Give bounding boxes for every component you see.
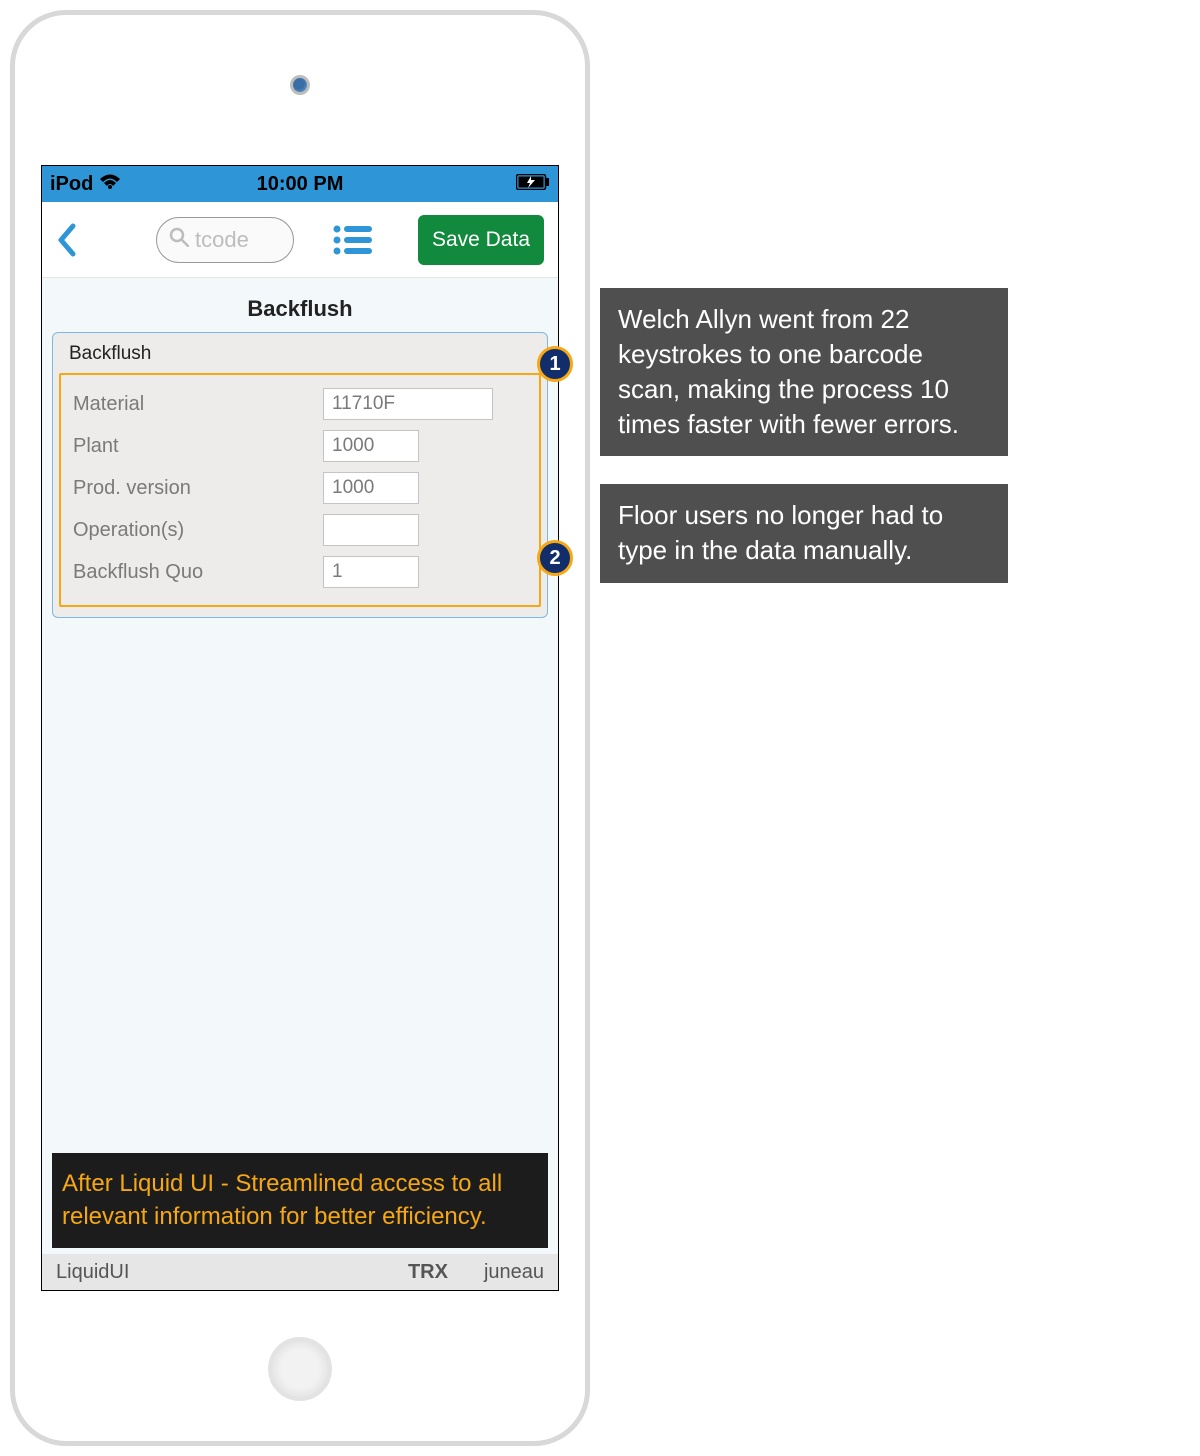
camera-icon	[290, 75, 310, 95]
backflushquo-input[interactable]	[323, 556, 419, 588]
carrier-label: iPod	[50, 173, 93, 196]
field-row-prodver: Prod. version	[73, 467, 527, 509]
tcode-input[interactable]	[195, 227, 275, 253]
footer-center: TRX	[408, 1261, 448, 1284]
wifi-icon	[99, 173, 121, 196]
material-input[interactable]	[323, 388, 493, 420]
list-menu-icon[interactable]	[332, 224, 372, 256]
field-row-operations: Operation(s)	[73, 509, 527, 551]
content-area: Backflush Backflush Material Plant Prod.…	[42, 278, 558, 1290]
annotation-bubble-2: 2	[537, 540, 573, 576]
status-bar: iPod 10:00 PM	[42, 166, 558, 202]
backflushquo-label: Backflush Quo	[73, 561, 323, 584]
field-row-plant: Plant	[73, 425, 527, 467]
search-icon	[169, 227, 189, 252]
prodver-input[interactable]	[323, 472, 419, 504]
plant-label: Plant	[73, 435, 323, 458]
fields-highlight-box: Material Plant Prod. version Operation(s…	[59, 373, 541, 607]
search-input-wrap[interactable]	[156, 217, 294, 263]
annotation-note-2: Floor users no longer had to type in the…	[600, 484, 1008, 582]
save-data-button[interactable]: Save Data	[418, 215, 544, 265]
back-button[interactable]	[56, 222, 78, 258]
backflush-panel: Backflush Material Plant Prod. version	[52, 332, 548, 618]
side-notes: Welch Allyn went from 22 keystrokes to o…	[600, 288, 1180, 611]
annotation-note-1: Welch Allyn went from 22 keystrokes to o…	[600, 288, 1008, 456]
operations-label: Operation(s)	[73, 519, 323, 542]
app-toolbar: Save Data	[42, 202, 558, 278]
material-label: Material	[73, 393, 323, 416]
footer-bar: LiquidUI TRX juneau	[42, 1254, 558, 1290]
field-row-backflush-quo: Backflush Quo	[73, 551, 527, 593]
annotation-bubble-1: 1	[537, 346, 573, 382]
prodver-label: Prod. version	[73, 477, 323, 500]
panel-legend: Backflush	[59, 339, 541, 373]
device-frame: iPod 10:00 PM	[10, 10, 590, 1446]
operations-input[interactable]	[323, 514, 419, 546]
screen: iPod 10:00 PM	[41, 165, 559, 1291]
plant-input[interactable]	[323, 430, 419, 462]
home-button[interactable]	[268, 1337, 332, 1401]
field-row-material: Material	[73, 383, 527, 425]
page-title: Backflush	[42, 296, 558, 322]
footer-right: juneau	[484, 1261, 544, 1284]
footer-left: LiquidUI	[56, 1261, 129, 1284]
caption-overlay: After Liquid UI - Streamlined access to …	[52, 1153, 548, 1248]
battery-icon	[516, 173, 550, 196]
